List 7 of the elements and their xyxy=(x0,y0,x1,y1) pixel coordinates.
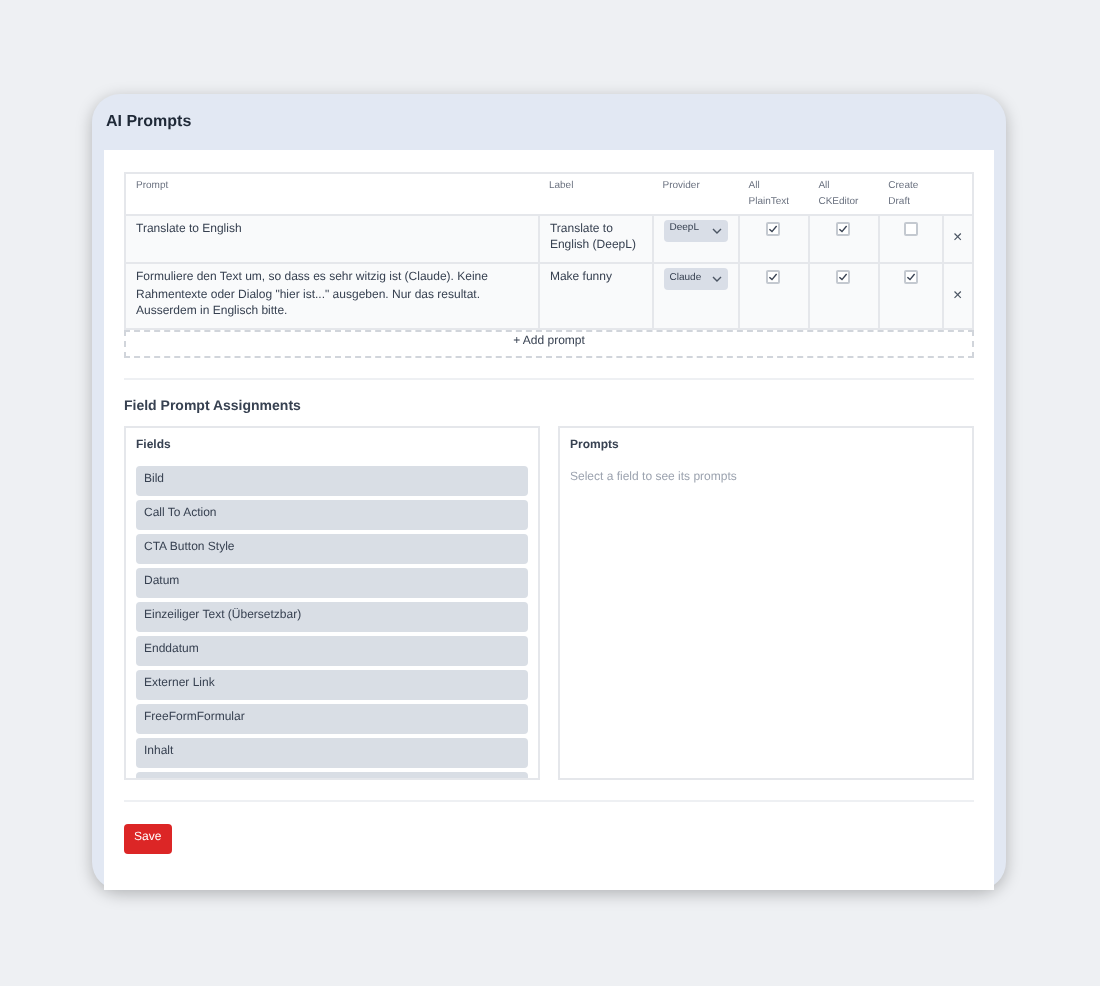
remove-button[interactable]: × xyxy=(952,283,963,308)
window-title: AI Prompts xyxy=(106,110,194,134)
remove-button[interactable]: × xyxy=(952,226,963,251)
checkbox[interactable] xyxy=(836,221,851,235)
caret-icon xyxy=(711,275,722,282)
checkbox[interactable] xyxy=(766,221,781,235)
caret-icon xyxy=(711,227,722,233)
